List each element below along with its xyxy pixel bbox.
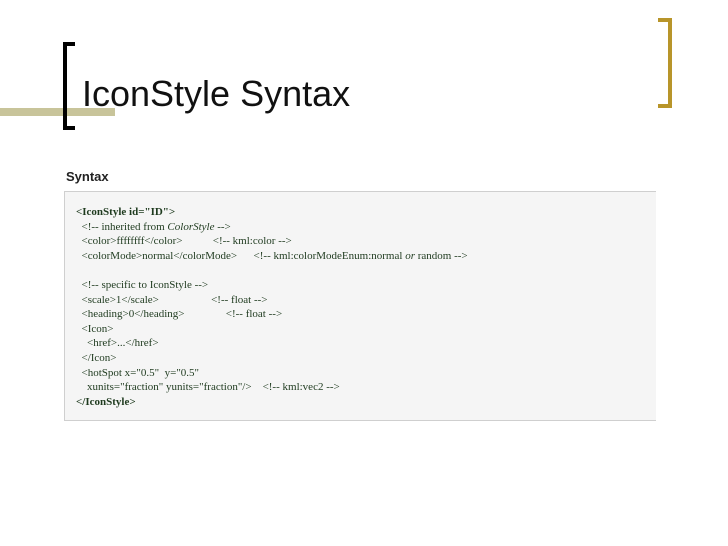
code-line-inherited-comment: <!-- inherited from ColorStyle --> [76,220,468,235]
right-bracket-decoration [658,18,672,108]
code-line-close-tag: </IconStyle> [76,395,136,408]
left-bracket-decoration [63,42,75,130]
code-line-specific-comment: <!-- specific to IconStyle --> [76,278,209,291]
section-heading: Syntax [66,169,109,184]
code-line-icon-close: </Icon> [76,351,117,364]
code-listing: <IconStyle id="ID"> <!-- inherited from … [76,205,468,409]
code-line-href: <href>...</href> [76,337,159,350]
colormode-suffix: random --> [414,249,468,262]
inherited-comment-name: ColorStyle [167,220,215,233]
code-line-open-tag: <IconStyle id="ID"> [76,206,176,218]
code-line-colormode: <colorMode>normal</colorMode> <!-- kml:c… [76,249,468,264]
code-line-heading: <heading>0</heading> <!-- float --> [76,308,283,321]
colormode-prefix: <colorMode>normal</colorMode> <!-- kml:c… [76,249,406,262]
inherited-comment-prefix: <!-- inherited from [76,220,168,233]
colormode-or: or [405,249,415,262]
code-line-hotspot: <hotSpot x="0.5" y="0.5" [76,366,200,379]
code-line-scale: <scale>1</scale> <!-- float --> [76,293,268,306]
code-line-icon-open: <Icon> [76,322,114,335]
code-line-units: xunits="fraction" yunits="fraction"/> <!… [76,381,340,394]
inherited-comment-suffix: --> [214,220,231,233]
slide-title: IconStyle Syntax [82,73,351,114]
code-line-color: <color>ffffffff</color> <!-- kml:color -… [76,235,292,248]
